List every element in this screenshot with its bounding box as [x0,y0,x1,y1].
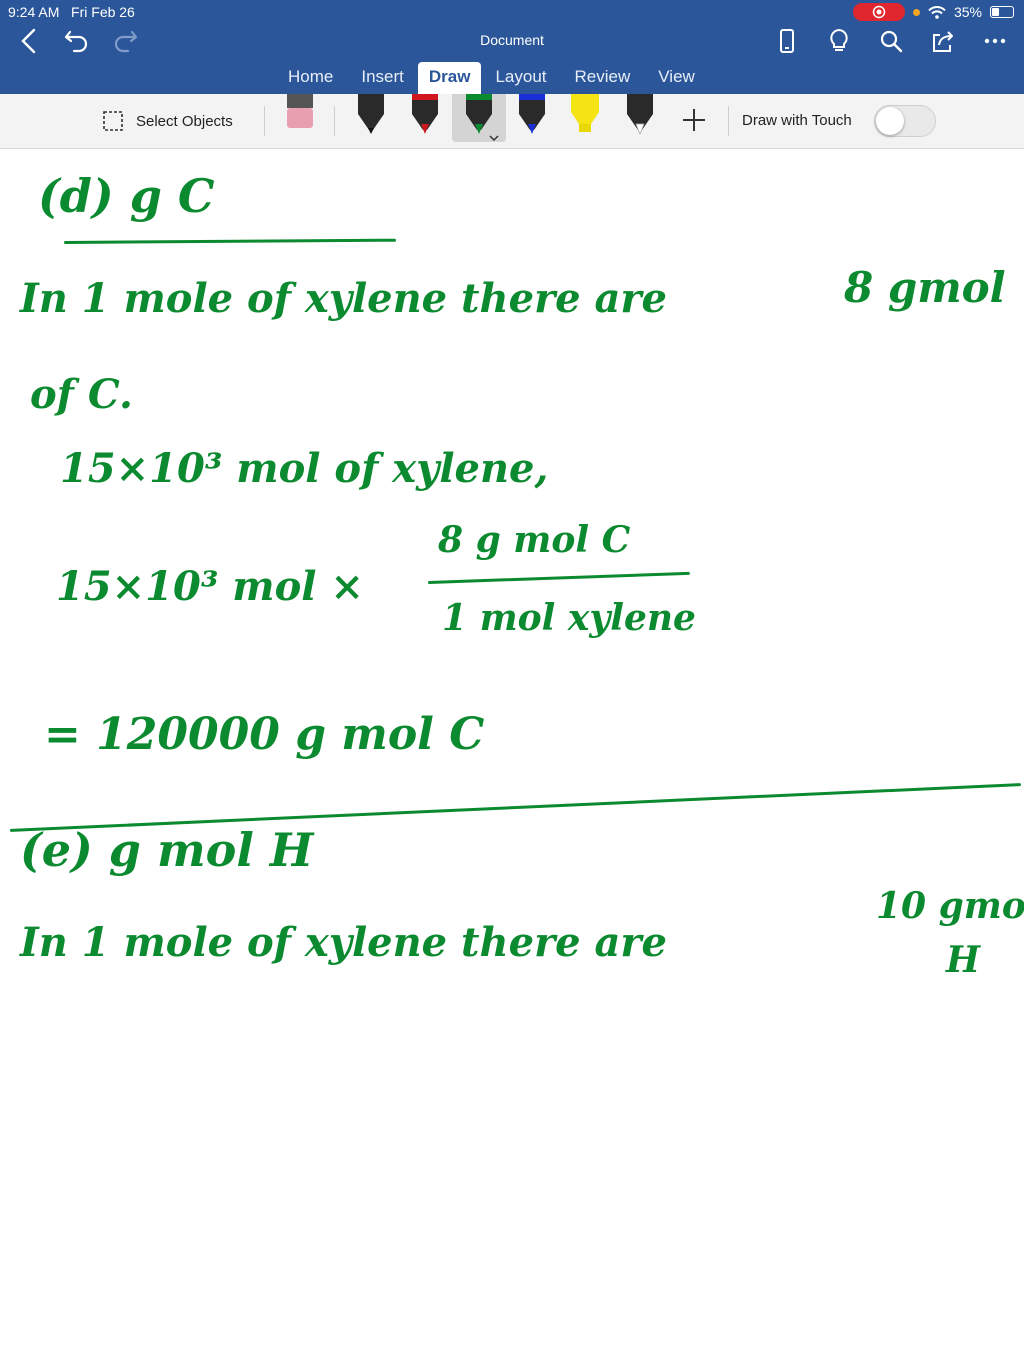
toolbar-divider [264,106,265,136]
add-pen-button[interactable] [680,106,708,139]
given-quantity: 15×10³ mol of xylene, [60,445,549,492]
black-pen-tool[interactable] [351,94,391,142]
tab-draw[interactable]: Draw [417,62,482,94]
white-pen-tool[interactable] [620,94,660,142]
lasso-select-icon [103,111,123,131]
fraction-bar [427,571,690,584]
tab-home[interactable]: Home [274,62,347,94]
time-text: 9:24 AM [8,4,60,20]
eraser-tool[interactable] [280,94,320,142]
fraction-numerator: 8 g mol C [438,519,631,561]
draw-toolbar: Select Objects Draw with Touch [0,94,1024,149]
battery-percent: 35% [953,4,982,20]
red-pen-tool[interactable] [405,94,445,142]
note-line-3-unit: H [946,939,981,981]
note-line-3: In 1 mole of xylene there are [20,919,667,966]
draw-with-touch-toggle[interactable] [874,105,936,137]
underline [63,238,397,244]
wifi-icon [928,5,946,19]
calc-left: 15×10³ mol × [56,563,364,610]
screen-recording-icon[interactable] [852,3,905,21]
ribbon-tabs: Home Insert Draw Layout Review View [274,62,709,94]
search-icon[interactable] [876,26,906,56]
more-options-icon[interactable] [980,26,1010,56]
nav-right [772,26,1010,56]
note-line-1-value: 8 gmol [844,263,1006,312]
top-bar: 9:24 AM Fri Feb 26 35% Document Home Ins… [0,0,1024,94]
result-line: = 120000 g mol C [44,709,485,760]
ink-canvas[interactable]: (d) g C In 1 mole of xylene there are 8 … [0,149,1024,1366]
tab-view[interactable]: View [644,62,709,94]
yellow-highlighter-tool[interactable] [565,94,605,142]
toolbar-divider [334,106,335,136]
draw-with-touch-label: Draw with Touch [742,112,852,129]
status-icons: 35% [852,3,1014,21]
mobile-view-icon[interactable] [772,26,802,56]
tab-layout[interactable]: Layout [481,62,560,94]
lightbulb-icon[interactable] [824,26,854,56]
part-e-heading: (e) g mol H [20,823,314,877]
share-icon[interactable] [928,26,958,56]
tab-review[interactable]: Review [561,62,645,94]
tab-insert[interactable]: Insert [347,62,418,94]
status-time: 9:24 AM Fri Feb 26 [8,4,135,20]
mic-indicator-icon [912,8,920,16]
note-line-3-value: 10 gmol [876,885,1024,927]
blue-pen-tool[interactable] [512,94,552,142]
note-line-1: In 1 mole of xylene there are [20,275,667,322]
battery-icon [990,6,1014,18]
toolbar-divider [728,106,729,136]
select-objects-label: Select Objects [136,112,233,130]
fraction-denominator: 1 mol xylene [442,597,696,639]
select-objects-button[interactable]: Select Objects [102,110,233,132]
plus-icon [683,109,705,131]
note-line-2: of C. [30,371,133,418]
green-pen-tool[interactable] [452,94,506,142]
date-text: Fri Feb 26 [71,4,135,20]
part-d-heading: (d) g C [38,169,215,223]
